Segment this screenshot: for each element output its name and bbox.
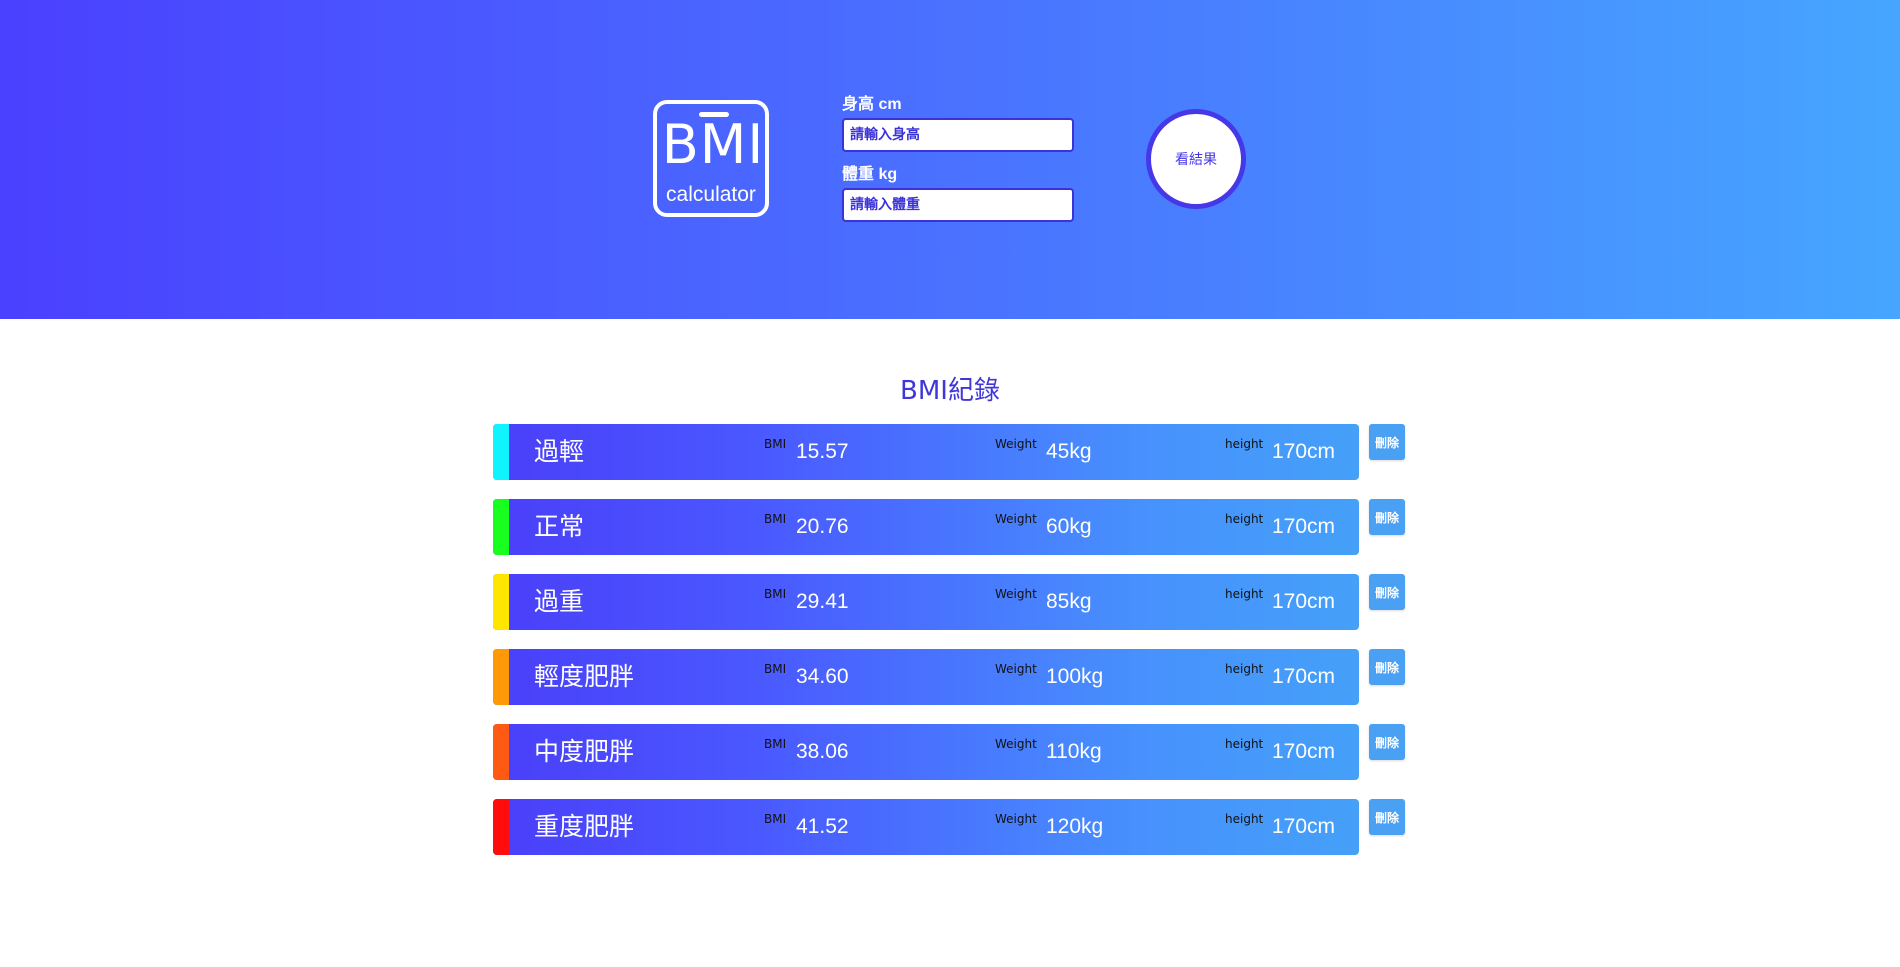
status-color-strip [493,424,509,480]
height-label: height [1225,587,1264,601]
logo-sub-text: calculator [666,183,756,206]
record-row: 正常 BMI 20.76 Weight 60kg height 170cm 刪除 [493,499,1413,555]
height-label: 身高 cm [842,96,902,113]
status-text: 輕度肥胖 [534,662,635,691]
status-color-strip [493,499,509,555]
bmi-value: 41.52 [796,815,849,838]
bmi-value: 15.57 [796,440,849,463]
records-list: 過輕 BMI 15.57 Weight 45kg height 170cm 刪除… [493,424,1413,874]
height-label: height [1225,512,1264,526]
weight-label: Weight [995,737,1037,751]
record-card: 重度肥胖 BMI 41.52 Weight 120kg height 170cm [493,799,1359,855]
record-row: 中度肥胖 BMI 38.06 Weight 110kg height 170cm… [493,724,1413,780]
delete-button[interactable]: 刪除 [1369,724,1405,760]
record-row: 過輕 BMI 15.57 Weight 45kg height 170cm 刪除 [493,424,1413,480]
weight-value: 85kg [1046,590,1092,613]
height-value: 170cm [1272,440,1336,463]
record-card: 過重 BMI 29.41 Weight 85kg height 170cm [493,574,1359,630]
weight-value: 45kg [1046,440,1092,463]
header-banner: BMI calculator 身高 cm 體重 kg 看結果 [0,0,1900,319]
bmi-label: BMI [764,512,787,526]
status-color-strip [493,724,509,780]
weight-value: 100kg [1046,665,1104,688]
height-value: 170cm [1272,815,1336,838]
height-label: height [1225,737,1264,751]
status-text: 中度肥胖 [534,737,635,766]
record-card: 過輕 BMI 15.57 Weight 45kg height 170cm [493,424,1359,480]
bmi-label: BMI [764,437,787,451]
record-row: 過重 BMI 29.41 Weight 85kg height 170cm 刪除 [493,574,1413,630]
height-input[interactable] [842,118,1074,152]
status-text: 重度肥胖 [534,812,635,841]
bmi-value: 38.06 [796,740,849,763]
logo-main-text: BMI [661,113,765,176]
record-card: 輕度肥胖 BMI 34.60 Weight 100kg height 170cm [493,649,1359,705]
height-label: height [1225,812,1264,826]
bmi-calculator-logo: BMI calculator [653,100,769,217]
delete-button[interactable]: 刪除 [1369,499,1405,535]
weight-value: 110kg [1046,740,1102,763]
bmi-value: 34.60 [796,665,849,688]
weight-label: Weight [995,812,1037,826]
height-value: 170cm [1272,740,1336,763]
weight-label: Weight [995,512,1037,526]
delete-button[interactable]: 刪除 [1369,424,1405,460]
records-title: BMI紀錄 [900,376,1000,406]
height-value: 170cm [1272,665,1336,688]
bmi-label: BMI [764,662,787,676]
delete-button[interactable]: 刪除 [1369,799,1405,835]
status-color-strip [493,649,509,705]
bmi-value: 29.41 [796,590,849,613]
delete-button[interactable]: 刪除 [1369,574,1405,610]
bmi-label: BMI [764,737,787,751]
see-result-button[interactable]: 看結果 [1146,109,1246,209]
height-value: 170cm [1272,515,1336,538]
bmi-label: BMI [764,587,787,601]
record-card: 正常 BMI 20.76 Weight 60kg height 170cm [493,499,1359,555]
weight-label: Weight [995,437,1037,451]
weight-label: Weight [995,662,1037,676]
weight-input[interactable] [842,188,1074,222]
record-row: 輕度肥胖 BMI 34.60 Weight 100kg height 170cm… [493,649,1413,705]
weight-label: Weight [995,587,1037,601]
delete-button[interactable]: 刪除 [1369,649,1405,685]
record-row: 重度肥胖 BMI 41.52 Weight 120kg height 170cm… [493,799,1413,855]
height-label: height [1225,662,1264,676]
bmi-value: 20.76 [796,515,849,538]
bmi-label: BMI [764,812,787,826]
status-color-strip [493,799,509,855]
record-card: 中度肥胖 BMI 38.06 Weight 110kg height 170cm [493,724,1359,780]
height-value: 170cm [1272,590,1336,613]
status-text: 過輕 [534,437,585,466]
status-color-strip [493,574,509,630]
weight-value: 60kg [1046,515,1092,538]
weight-value: 120kg [1046,815,1104,838]
status-text: 正常 [534,512,585,541]
status-text: 過重 [534,587,585,616]
height-label: height [1225,437,1264,451]
weight-label: 體重 kg [842,166,898,183]
